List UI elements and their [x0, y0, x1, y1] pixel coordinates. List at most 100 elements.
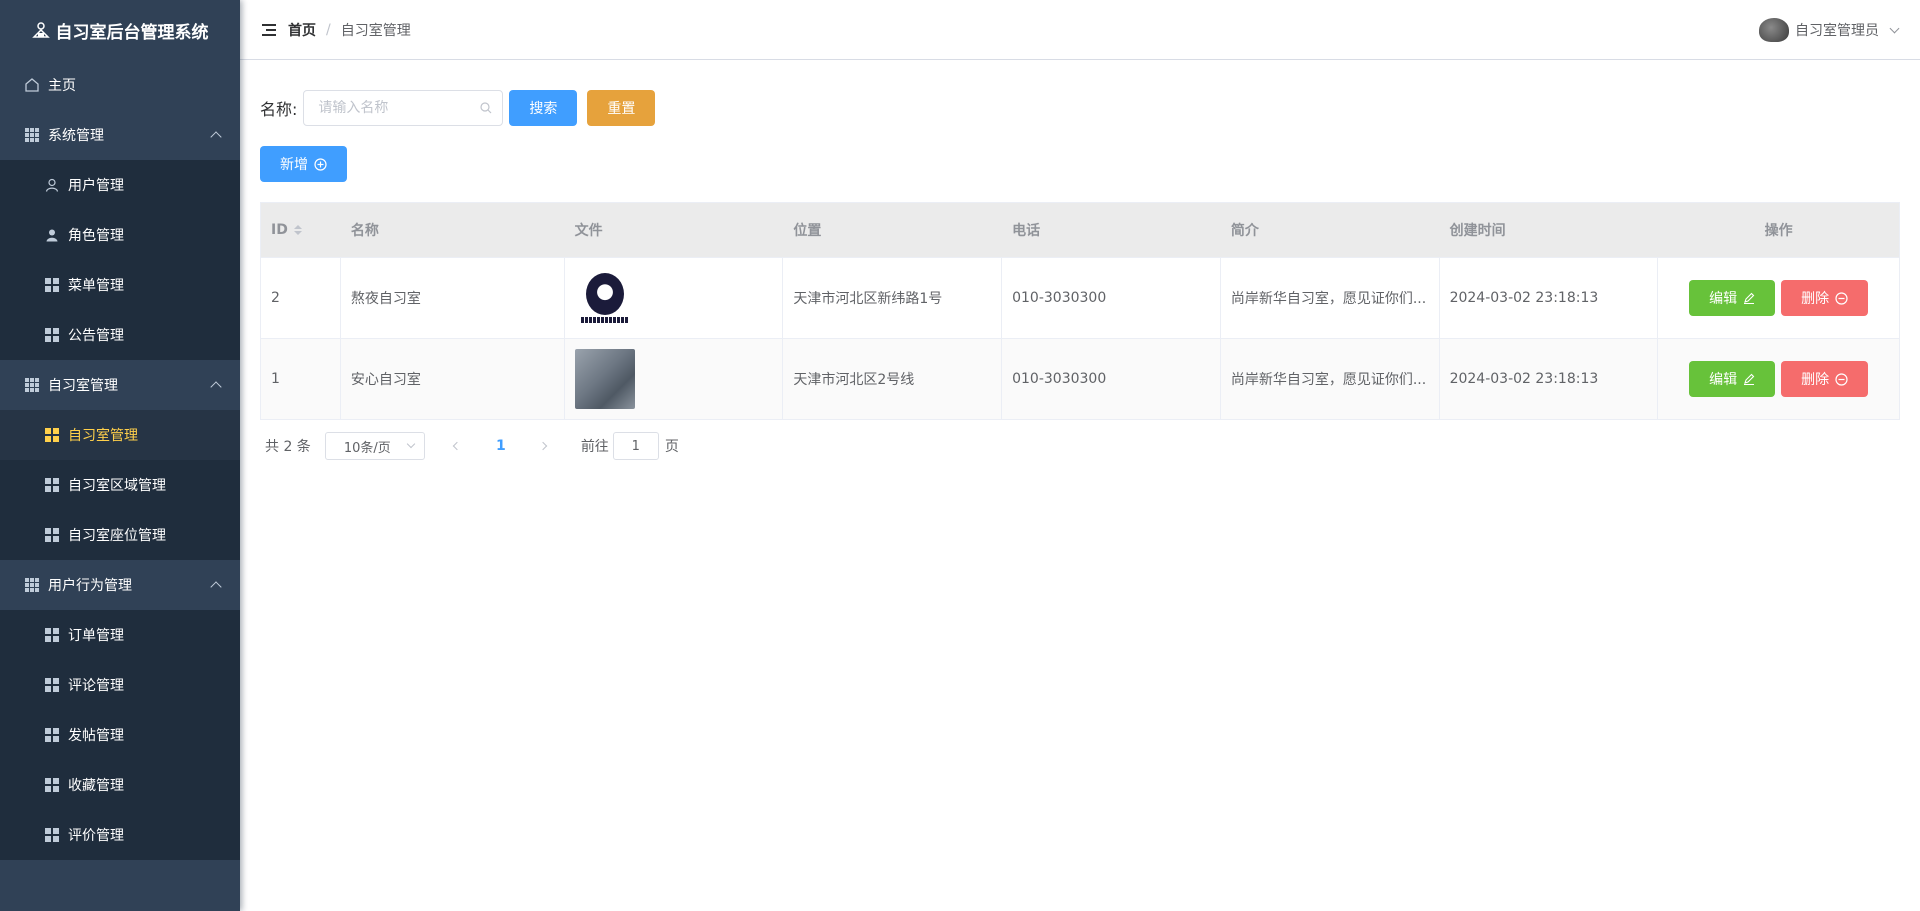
cell-phone: 010-3030300 [1002, 258, 1221, 338]
column-header-phone: 电话 [1012, 223, 1041, 239]
sidebar-item-label: 用户管理 [68, 178, 124, 194]
sidebar-item-label: 自习室座位管理 [68, 528, 166, 544]
user-solid-icon [44, 227, 60, 243]
next-page-button[interactable] [529, 432, 557, 460]
grid-icon [44, 627, 60, 643]
add-button-label: 新增 [280, 157, 308, 173]
delete-button-label: 删除 [1801, 291, 1830, 307]
main-content: 名称: 搜索 重置 新增 ID 名称 文件 位置 电话 简介 创建时间 操作 [260, 90, 1900, 460]
sidebar-group-label: 用户行为管理 [48, 578, 132, 594]
sidebar-item-notices[interactable]: 公告管理 [0, 310, 240, 360]
page-size-value: 10条/页 [343, 440, 391, 456]
table-row: 1 安心自习室 天津市河北区2号线 010-3030300 尚岸新华自习室，愿见… [261, 338, 1899, 419]
goto-page-input[interactable] [612, 432, 659, 460]
goto-label: 前往 [580, 439, 609, 455]
grid-icon [44, 827, 60, 843]
sidebar-item-posts[interactable]: 发帖管理 [0, 710, 240, 760]
goto-suffix: 页 [664, 439, 679, 455]
file-thumbnail[interactable] [574, 349, 635, 409]
cell-location: 天津市河北区2号线 [783, 339, 1003, 419]
top-navbar: 首页 / 自习室管理 自习室管理员 [240, 0, 1920, 60]
grid-icon [24, 127, 40, 143]
column-header-id[interactable]: ID [261, 203, 341, 257]
sidebar-item-menus[interactable]: 菜单管理 [0, 260, 240, 310]
cell-name: 熬夜自习室 [341, 258, 565, 338]
edit-button-label: 编辑 [1709, 372, 1738, 388]
logo-icon [31, 22, 50, 38]
reset-button[interactable]: 重置 [587, 90, 656, 126]
chevron-down-icon [406, 439, 416, 449]
sidebar-group-studyroom[interactable]: 自习室管理 [0, 360, 240, 410]
chevron-up-icon [210, 381, 222, 393]
cell-intro: 尚岸新华自习室，愿见证你们... [1221, 258, 1440, 338]
search-field[interactable] [303, 90, 504, 126]
column-header-location: 位置 [793, 223, 822, 239]
breadcrumb: 首页 / 自习室管理 [288, 20, 411, 40]
sidebar-item-home[interactable]: 主页 [0, 60, 240, 110]
sidebar-item-reviews[interactable]: 评价管理 [0, 810, 240, 860]
sidebar-item-studyroom[interactable]: 自习室管理 [0, 410, 240, 460]
sidebar-item-label: 自习室区域管理 [68, 478, 166, 494]
minus-circle-icon [1835, 291, 1848, 305]
cell-actions: 编辑 删除 [1658, 258, 1899, 338]
sort-icon[interactable] [293, 225, 302, 235]
sidebar-item-users[interactable]: 用户管理 [0, 160, 240, 210]
minus-circle-icon [1835, 372, 1848, 386]
grid-icon [44, 427, 60, 443]
app-title: 自习室后台管理系统 [55, 22, 209, 43]
sidebar: 自习室后台管理系统 主页 系统管理 用户管理 角色管理 菜单管理 公告管理 自习… [0, 0, 240, 911]
sidebar-group-system[interactable]: 系统管理 [0, 110, 240, 160]
page-number[interactable]: 1 [491, 438, 511, 454]
sidebar-item-favorites[interactable]: 收藏管理 [0, 760, 240, 810]
edit-button[interactable]: 编辑 [1689, 361, 1776, 397]
cell-created: 2024-03-02 23:18:13 [1440, 258, 1659, 338]
chevron-up-icon [210, 581, 222, 593]
search-bar: 名称: 搜索 重置 [260, 90, 1900, 126]
delete-button[interactable]: 删除 [1781, 280, 1869, 316]
breadcrumb-separator: / [326, 21, 331, 38]
page-size-select[interactable]: 10条/页 [324, 432, 425, 460]
pagination: 共 2 条 10条/页 1 前往 页 [260, 432, 1900, 460]
cell-id: 2 [261, 258, 341, 338]
sidebar-group-user-behavior[interactable]: 用户行为管理 [0, 560, 240, 610]
sidebar-item-label: 菜单管理 [68, 278, 124, 294]
username: 自习室管理员 [1795, 23, 1879, 39]
prev-page-button[interactable] [443, 432, 471, 460]
table-row: 2 熬夜自习室 天津市河北区新纬路1号 010-3030300 尚岸新华自习室，… [261, 257, 1899, 338]
sidebar-item-label: 评价管理 [68, 828, 124, 844]
grid-icon [44, 327, 60, 343]
grid-icon [24, 377, 40, 393]
sidebar-item-studyroom-seat[interactable]: 自习室座位管理 [0, 510, 240, 560]
edit-button-label: 编辑 [1709, 291, 1738, 307]
grid-icon [44, 677, 60, 693]
sidebar-item-studyroom-area[interactable]: 自习室区域管理 [0, 460, 240, 510]
search-button[interactable]: 搜索 [509, 90, 578, 126]
add-button[interactable]: 新增 [260, 146, 347, 182]
sidebar-item-label: 订单管理 [68, 628, 124, 644]
sidebar-item-label: 公告管理 [68, 328, 124, 344]
column-header-created: 创建时间 [1449, 223, 1506, 239]
cell-created: 2024-03-02 23:18:13 [1440, 339, 1659, 419]
delete-button[interactable]: 删除 [1781, 361, 1869, 397]
cell-location: 天津市河北区新纬路1号 [783, 258, 1003, 338]
cell-actions: 编辑 删除 [1658, 339, 1899, 419]
cell-file [565, 339, 784, 419]
avatar [1759, 18, 1789, 42]
search-icon [480, 102, 492, 114]
column-header-actions: 操作 [1764, 223, 1793, 239]
grid-icon [44, 527, 60, 543]
app-logo: 自习室后台管理系统 [0, 0, 240, 60]
column-header-label: ID [271, 222, 288, 238]
breadcrumb-home[interactable]: 首页 [288, 20, 316, 40]
sidebar-item-roles[interactable]: 角色管理 [0, 210, 240, 260]
search-input[interactable] [318, 100, 479, 116]
hamburger-icon[interactable] [262, 23, 276, 36]
sidebar-item-comments[interactable]: 评论管理 [0, 660, 240, 710]
user-dropdown[interactable]: 自习室管理员 [1759, 0, 1900, 60]
sidebar-item-label: 角色管理 [68, 228, 124, 244]
file-thumbnail[interactable] [574, 268, 635, 328]
edit-icon [1744, 292, 1755, 304]
edit-icon [1744, 373, 1755, 385]
sidebar-item-orders[interactable]: 订单管理 [0, 610, 240, 660]
edit-button[interactable]: 编辑 [1689, 280, 1776, 316]
